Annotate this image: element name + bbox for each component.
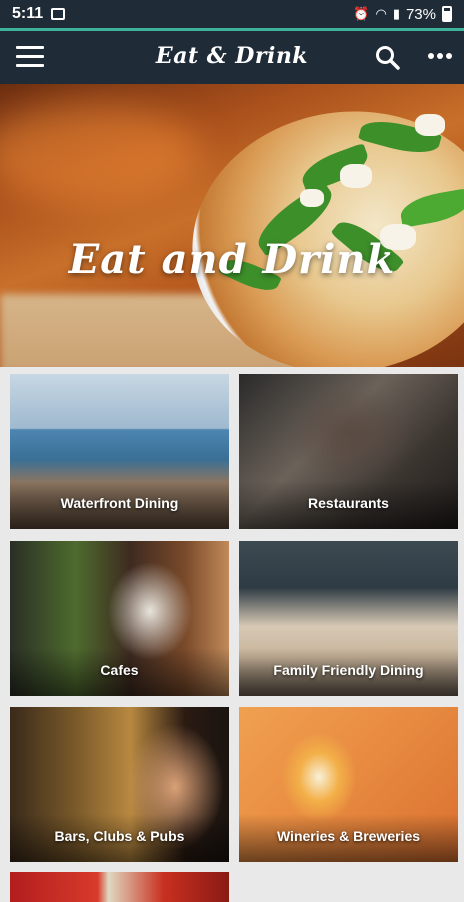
app-bar: Eat & Drink	[0, 31, 464, 84]
status-time: 5:11	[12, 5, 44, 22]
category-label: Restaurants	[308, 495, 389, 511]
hero-banner: Eat and Drink	[0, 84, 464, 367]
category-tile-bars-clubs-pubs[interactable]: Bars, Clubs & Pubs	[10, 707, 229, 862]
battery-icon	[442, 6, 452, 22]
category-label: Waterfront Dining	[60, 495, 179, 511]
status-bar: 5:11 ⏰ ◠ ▮ 73%	[0, 0, 464, 28]
category-tile-wineries-breweries[interactable]: Wineries & Breweries	[239, 707, 458, 862]
battery-percent: 73%	[405, 5, 436, 23]
category-label: Cafes	[100, 662, 139, 678]
category-tile-partial[interactable]	[10, 872, 229, 902]
search-icon[interactable]	[374, 44, 402, 72]
hero-title: Eat and Drink	[68, 236, 396, 283]
category-tile-waterfront-dining[interactable]: Waterfront Dining	[10, 374, 229, 529]
category-label: Family Friendly Dining	[273, 662, 424, 678]
wifi-icon: ◠	[375, 6, 387, 21]
category-label: Wineries & Breweries	[276, 828, 421, 844]
alarm-icon: ⏰	[353, 6, 370, 21]
category-label: Bars, Clubs & Pubs	[54, 828, 185, 844]
category-tile-family-friendly-dining[interactable]: Family Friendly Dining	[239, 541, 458, 696]
category-tile-cafes[interactable]: Cafes	[10, 541, 229, 696]
more-options-icon[interactable]	[428, 53, 452, 59]
category-tile-restaurants[interactable]: Restaurants	[239, 374, 458, 529]
status-right: ⏰ ◠ ▮ 73%	[353, 6, 452, 23]
signal-icon: ▮	[392, 6, 400, 21]
image-notification-icon	[51, 8, 66, 20]
